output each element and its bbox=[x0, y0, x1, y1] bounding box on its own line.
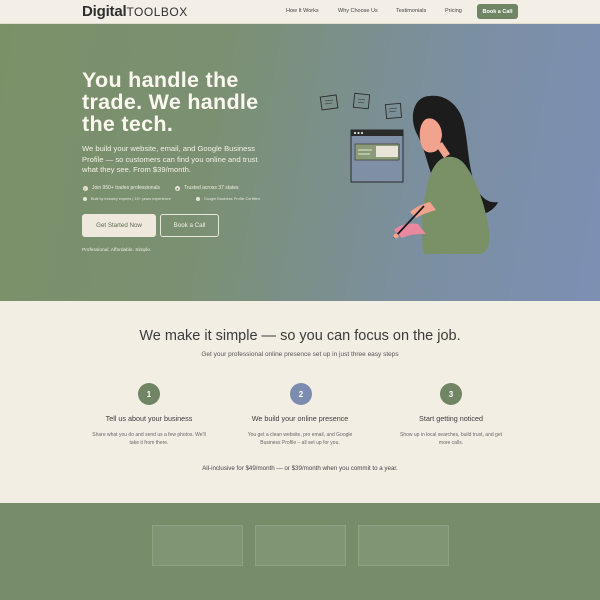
hero-subtitle-line: what they see. From $39/month. bbox=[82, 165, 191, 174]
step-number-3: 3 bbox=[440, 383, 462, 405]
feature-label: Built by industry experts | 15+ years ex… bbox=[91, 197, 171, 201]
feature-experts: Built by industry experts | 15+ years ex… bbox=[83, 197, 171, 201]
step-description-line: more calls. bbox=[438, 440, 464, 446]
logo-main: Digital bbox=[82, 3, 127, 20]
feature-label: Join 950+ trades professionals bbox=[92, 185, 160, 191]
feature-professionals: ✓ Join 950+ trades professionals bbox=[83, 185, 160, 191]
top-navigation-bar: DigitalTOOLBOX How It Works Why Choose U… bbox=[0, 0, 600, 24]
step-description-line: Show up in local searches, build trust, … bbox=[399, 432, 502, 438]
hero-tagline: Professional. Affordable. Simple. bbox=[82, 248, 152, 253]
step-description-line: Share what you do and send us a few phot… bbox=[92, 432, 206, 438]
hero-section: You handle the trade. We handle the tech… bbox=[0, 24, 600, 301]
hero-subtitle-line: Profile — so customers can find you onli… bbox=[82, 154, 258, 164]
book-call-button-header[interactable]: Book a Call bbox=[477, 4, 518, 19]
bottom-section bbox=[0, 503, 600, 600]
nav-link-why-choose-us[interactable]: Why Choose Us bbox=[338, 8, 378, 14]
nav-link-pricing[interactable]: Pricing bbox=[445, 8, 462, 14]
feature-certified: Google Business Profile Certified bbox=[196, 197, 260, 201]
steps-subheading: Get your professional online presence se… bbox=[201, 351, 399, 358]
globe-icon: ● bbox=[175, 185, 180, 191]
placeholder-card bbox=[358, 525, 449, 566]
book-call-button[interactable]: Book a Call bbox=[160, 214, 219, 237]
hero-subtitle: We build your website, email, and Google… bbox=[82, 144, 282, 176]
check-icon: ✓ bbox=[83, 185, 88, 191]
pricing-note: All-inclusive for $49/month — or $39/mon… bbox=[202, 465, 398, 472]
hero-title-line: trade. We handle bbox=[82, 90, 259, 114]
step-description-3: Show up in local searches, build trust, … bbox=[381, 431, 521, 447]
steps-heading: We make it simple — so you can focus on … bbox=[139, 328, 461, 344]
nav-link-testimonials[interactable]: Testimonials bbox=[396, 8, 426, 14]
step-description-line: You get a clean website, pro email, and … bbox=[247, 432, 353, 438]
hero-title-line: You handle the bbox=[82, 68, 239, 92]
step-heading-3: Start getting noticed bbox=[419, 414, 483, 423]
hero-title-line: the tech. bbox=[82, 112, 174, 136]
logo-accent: TOOLBOX bbox=[126, 5, 188, 19]
check-icon bbox=[83, 197, 87, 201]
feature-label: Google Business Profile Certified bbox=[204, 197, 260, 201]
step-description-1: Share what you do and send us a few phot… bbox=[79, 431, 219, 447]
woman-laptop-illustration bbox=[319, 92, 498, 254]
hero-title: You handle the trade. We handle the tech… bbox=[82, 69, 312, 135]
placeholder-card bbox=[255, 525, 346, 566]
placeholder-card bbox=[152, 525, 243, 566]
step-description-line: Business Profile – all set up for you. bbox=[260, 440, 340, 446]
badge-icon bbox=[196, 197, 200, 201]
step-heading-2: We build your online presence bbox=[251, 414, 349, 423]
logo[interactable]: DigitalTOOLBOX bbox=[82, 3, 188, 20]
feature-states: ● Trusted across 37 states bbox=[175, 185, 239, 191]
get-started-button[interactable]: Get Started Now bbox=[82, 214, 156, 237]
step-description-2: You get a clean website, pro email, and … bbox=[230, 431, 370, 447]
step-number-2: 2 bbox=[290, 383, 312, 405]
step-number-1: 1 bbox=[138, 383, 160, 405]
feature-label: Trusted across 37 states bbox=[184, 185, 239, 191]
hero-subtitle-line: We build your website, email, and Google… bbox=[82, 144, 255, 153]
nav-link-how-it-works[interactable]: How It Works bbox=[286, 8, 319, 14]
step-heading-1: Tell us about your business bbox=[105, 414, 193, 423]
step-description-line: take it from there. bbox=[129, 440, 169, 446]
